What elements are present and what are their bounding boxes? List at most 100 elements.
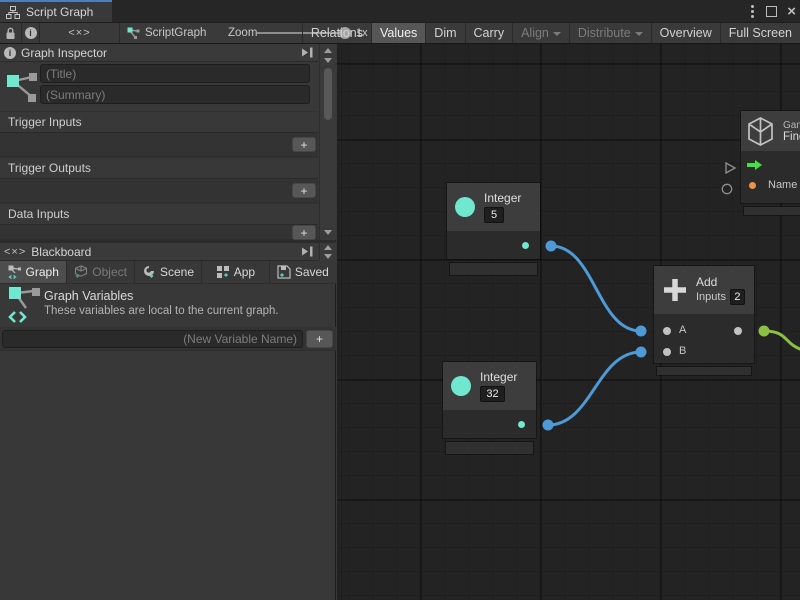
info-button[interactable]: i (22, 23, 40, 43)
scroll-down-icon[interactable] (322, 228, 334, 237)
input-port-a[interactable] (663, 327, 671, 335)
maximize-icon[interactable] (766, 6, 777, 17)
full-screen-button[interactable]: Full Screen (720, 23, 800, 43)
node-add[interactable]: Add Inputs 2 A B (654, 266, 754, 363)
add-icon (662, 277, 688, 303)
trigger-indicator-icon (726, 163, 735, 173)
scroll-up-icon[interactable] (322, 46, 334, 55)
tab-saved[interactable]: Saved (270, 261, 336, 283)
lock-icon (5, 27, 16, 40)
tab-app[interactable]: App (202, 261, 269, 283)
values-button[interactable]: Values (371, 23, 425, 43)
trigger-input-port[interactable] (747, 160, 762, 170)
graph-variables-icon (8, 265, 22, 279)
node-integer-32[interactable]: Integer 32 (443, 362, 536, 438)
add-data-input-button[interactable]: + (292, 225, 316, 240)
value-indicator-icon (722, 184, 731, 193)
node-title: Find (783, 131, 800, 143)
wire-endpoint[interactable] (543, 420, 554, 431)
add-variable-button[interactable]: + (306, 330, 333, 348)
wire-int5-to-a[interactable] (551, 246, 641, 331)
scroll-down-icon[interactable] (322, 56, 334, 65)
graph-hierarchy-icon (6, 6, 20, 19)
breadcrumb[interactable]: ScriptGraph (127, 23, 206, 43)
blackboard-scrollbar[interactable] (319, 243, 336, 261)
new-variable-input[interactable] (2, 330, 303, 348)
node-gameobject-find[interactable]: GameObject Find Name (741, 111, 800, 203)
wire-endpoint[interactable] (636, 326, 647, 337)
lock-button[interactable] (0, 23, 22, 43)
scroll-down-icon[interactable] (322, 252, 334, 261)
tab-script-graph[interactable]: Script Graph (0, 0, 112, 22)
input-port-b[interactable] (663, 348, 671, 356)
output-port[interactable] (522, 242, 529, 249)
add-trigger-input-button[interactable]: + (292, 137, 316, 152)
variables-toggle-button[interactable]: <×> (40, 23, 120, 43)
tab-object: Object (67, 261, 134, 283)
blackboard-tabs: Graph Object Scene (0, 261, 336, 284)
new-variable-row: + (0, 327, 336, 351)
overview-button[interactable]: Overview (651, 23, 720, 43)
graph-summary-input[interactable] (40, 85, 310, 104)
node-body: A B (654, 314, 754, 363)
node-body (447, 231, 540, 259)
add-trigger-output-button[interactable]: + (292, 183, 316, 198)
output-port[interactable] (734, 327, 742, 335)
relations-button[interactable]: Relations (302, 23, 371, 43)
wire-add-output[interactable] (764, 331, 800, 350)
wire-endpoint[interactable] (636, 347, 647, 358)
gameobject-cube-icon (746, 116, 775, 147)
window-tab-bar: Script Graph × (0, 0, 800, 22)
graph-toolbar: i <×> ScriptGraph Zoom 1x Relations Valu… (0, 22, 800, 44)
integer-type-icon (451, 376, 471, 396)
inspector-scrollbar[interactable] (319, 44, 336, 240)
data-inputs-label: Data Inputs (0, 203, 318, 224)
node-shadow (450, 263, 537, 275)
close-icon[interactable]: × (787, 4, 796, 19)
port-label-a: A (679, 324, 686, 336)
node-shadow (657, 367, 751, 375)
wire-int32-to-b[interactable] (548, 352, 641, 425)
wire-endpoint[interactable] (759, 326, 770, 337)
graph-inspector-title: Graph Inspector (21, 46, 296, 60)
graph-canvas[interactable]: Integer 5 Integer 32 (337, 44, 800, 600)
distribute-button: Distribute (569, 23, 651, 43)
dock-icon[interactable] (301, 246, 314, 257)
output-port[interactable] (518, 421, 525, 428)
input-port-name[interactable] (749, 182, 756, 189)
wire-endpoint[interactable] (546, 241, 557, 252)
inputs-count-input[interactable]: 2 (730, 289, 745, 305)
script-graph-icon (127, 27, 140, 40)
tab-graph[interactable]: Graph (0, 261, 67, 283)
scrollbar-thumb[interactable] (324, 68, 332, 120)
align-button: Align (512, 23, 569, 43)
breadcrumb-label: ScriptGraph (145, 27, 206, 39)
blackboard-title: Blackboard (31, 245, 296, 259)
trigger-outputs-label: Trigger Outputs (0, 157, 318, 178)
dock-icon[interactable] (301, 47, 314, 58)
toolbar-buttons: Relations Values Dim Carry Align Distrib… (302, 23, 800, 43)
window-controls: × (749, 0, 796, 22)
info-icon: i (25, 27, 37, 39)
node-shadow (744, 207, 800, 215)
graph-title-input[interactable] (40, 64, 310, 83)
window-menu-icon[interactable] (749, 3, 756, 20)
variables-icon: <×> (4, 246, 26, 258)
trigger-inputs-list (0, 132, 318, 157)
blackboard-header: <×> Blackboard (0, 243, 318, 261)
app-icon (216, 265, 230, 279)
graph-inspector-header: i Graph Inspector (0, 44, 318, 62)
scroll-up-icon[interactable] (322, 243, 334, 252)
data-inputs-list (0, 224, 318, 240)
graph-node-icon (6, 66, 38, 106)
node-integer-5[interactable]: Integer 5 (447, 183, 540, 259)
inputs-label: Inputs (696, 291, 726, 303)
integer-value-input[interactable]: 32 (480, 386, 505, 402)
tab-scene[interactable]: Scene (135, 261, 202, 283)
dim-button[interactable]: Dim (425, 23, 464, 43)
carry-button[interactable]: Carry (465, 23, 513, 43)
trigger-outputs-list (0, 178, 318, 203)
integer-value-input[interactable]: 5 (484, 207, 504, 223)
script-graph-window: Script Graph × i <×> (0, 0, 800, 600)
node-title: Integer (480, 370, 517, 384)
